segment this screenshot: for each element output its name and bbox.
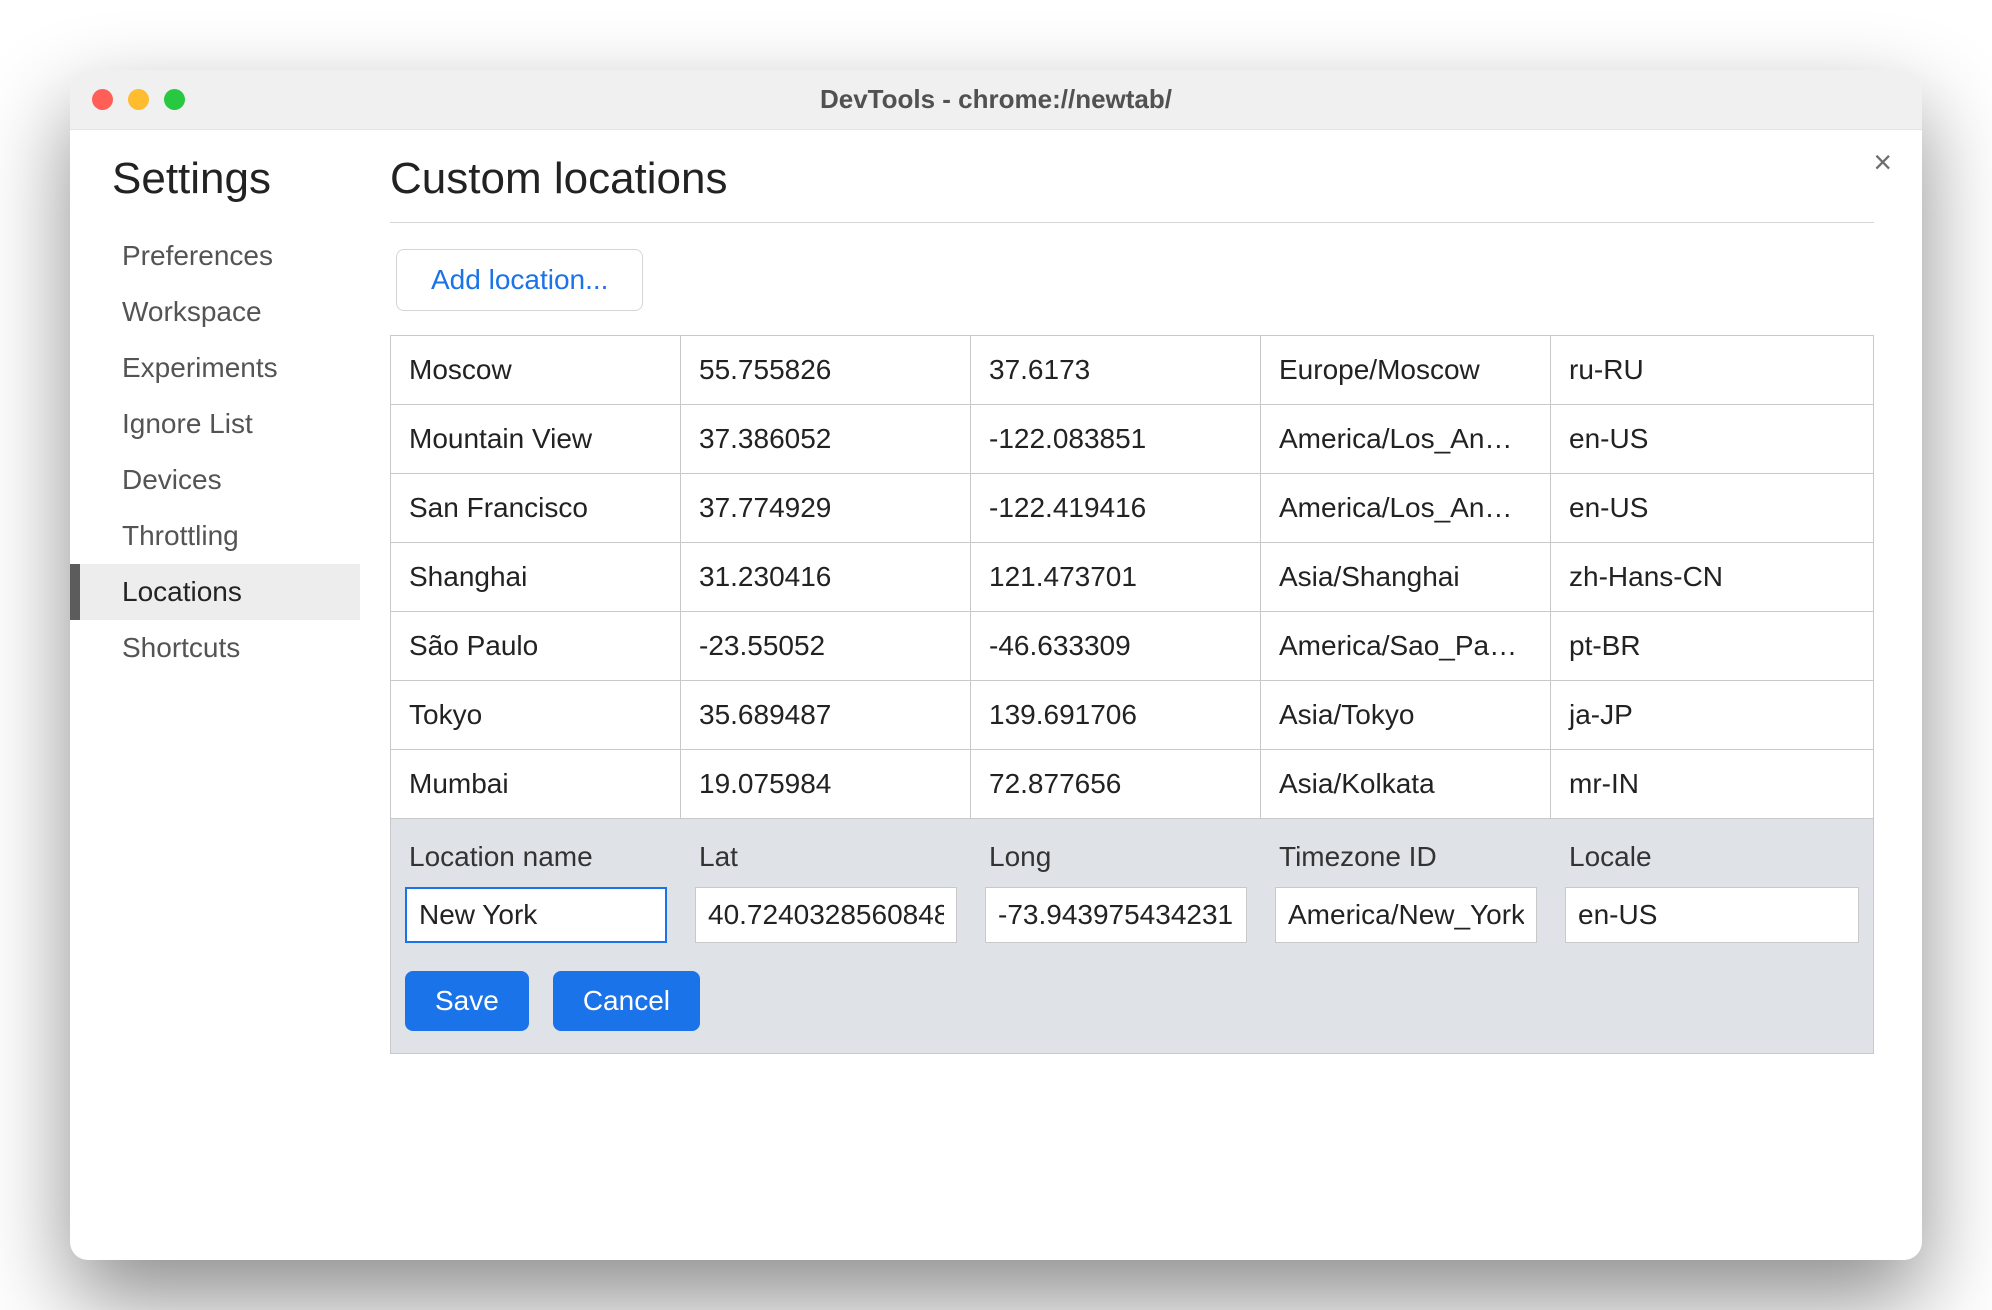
cell-timezone: Europe/Moscow bbox=[1261, 336, 1551, 404]
editor-label-tz: Timezone ID bbox=[1261, 819, 1551, 881]
sidebar-item-locations[interactable]: Locations bbox=[70, 564, 360, 620]
cell-name: Mumbai bbox=[391, 750, 681, 818]
cell-name: Tokyo bbox=[391, 681, 681, 749]
window-title: DevTools - chrome://newtab/ bbox=[70, 84, 1922, 115]
table-row[interactable]: São Paulo-23.55052-46.633309America/Sao_… bbox=[391, 612, 1873, 681]
cell-locale: zh-Hans-CN bbox=[1551, 543, 1873, 611]
sidebar-item-devices[interactable]: Devices bbox=[70, 452, 360, 508]
cell-lat: 35.689487 bbox=[681, 681, 971, 749]
cell-lat: 37.386052 bbox=[681, 405, 971, 473]
cell-timezone: Asia/Kolkata bbox=[1261, 750, 1551, 818]
sidebar-item-experiments[interactable]: Experiments bbox=[70, 340, 360, 396]
cell-locale: pt-BR bbox=[1551, 612, 1873, 680]
editor-label-lat: Lat bbox=[681, 819, 971, 881]
cell-timezone: America/Los_An… bbox=[1261, 405, 1551, 473]
sidebar-item-workspace[interactable]: Workspace bbox=[70, 284, 360, 340]
cell-timezone: America/Los_An… bbox=[1261, 474, 1551, 542]
locale-input[interactable] bbox=[1565, 887, 1859, 943]
cell-lat: -23.55052 bbox=[681, 612, 971, 680]
cell-timezone: Asia/Shanghai bbox=[1261, 543, 1551, 611]
locations-table: Moscow55.75582637.6173Europe/Moscowru-RU… bbox=[390, 335, 1874, 819]
zoom-window-button[interactable] bbox=[164, 89, 185, 110]
table-row[interactable]: Mountain View37.386052-122.083851America… bbox=[391, 405, 1873, 474]
sidebar-item-throttling[interactable]: Throttling bbox=[70, 508, 360, 564]
table-row[interactable]: Mumbai19.07598472.877656Asia/Kolkatamr-I… bbox=[391, 750, 1873, 819]
titlebar: DevTools - chrome://newtab/ bbox=[70, 70, 1922, 130]
sidebar-item-shortcuts[interactable]: Shortcuts bbox=[70, 620, 360, 676]
sidebar-item-ignore-list[interactable]: Ignore List bbox=[70, 396, 360, 452]
cell-locale: ja-JP bbox=[1551, 681, 1873, 749]
cell-locale: en-US bbox=[1551, 405, 1873, 473]
cell-lat: 31.230416 bbox=[681, 543, 971, 611]
cell-name: Moscow bbox=[391, 336, 681, 404]
table-row[interactable]: San Francisco37.774929-122.419416America… bbox=[391, 474, 1873, 543]
cell-locale: mr-IN bbox=[1551, 750, 1873, 818]
cell-locale: en-US bbox=[1551, 474, 1873, 542]
cell-long: 139.691706 bbox=[971, 681, 1261, 749]
cell-long: -46.633309 bbox=[971, 612, 1261, 680]
close-icon[interactable]: × bbox=[1873, 146, 1892, 178]
cell-long: -122.419416 bbox=[971, 474, 1261, 542]
cell-timezone: America/Sao_Pa… bbox=[1261, 612, 1551, 680]
save-button[interactable]: Save bbox=[405, 971, 529, 1031]
cell-long: 72.877656 bbox=[971, 750, 1261, 818]
cell-timezone: Asia/Tokyo bbox=[1261, 681, 1551, 749]
cell-lat: 37.774929 bbox=[681, 474, 971, 542]
sidebar-title: Settings bbox=[70, 154, 360, 228]
location-name-input[interactable] bbox=[405, 887, 667, 943]
cell-name: Mountain View bbox=[391, 405, 681, 473]
location-editor: Location name Lat Long Timezone ID Local… bbox=[390, 819, 1874, 1054]
editor-label-name: Location name bbox=[391, 819, 681, 881]
latitude-input[interactable] bbox=[695, 887, 957, 943]
page-title: Custom locations bbox=[390, 154, 1874, 223]
cancel-button[interactable]: Cancel bbox=[553, 971, 700, 1031]
table-row[interactable]: Moscow55.75582637.6173Europe/Moscowru-RU bbox=[391, 336, 1873, 405]
timezone-id-input[interactable] bbox=[1275, 887, 1537, 943]
window: DevTools - chrome://newtab/ × Settings P… bbox=[70, 70, 1922, 1260]
close-window-button[interactable] bbox=[92, 89, 113, 110]
cell-lat: 19.075984 bbox=[681, 750, 971, 818]
settings-body: × Settings PreferencesWorkspaceExperimen… bbox=[70, 130, 1922, 1260]
editor-label-long: Long bbox=[971, 819, 1261, 881]
editor-label-locale: Locale bbox=[1551, 819, 1873, 881]
cell-long: 121.473701 bbox=[971, 543, 1261, 611]
cell-name: San Francisco bbox=[391, 474, 681, 542]
settings-sidebar: Settings PreferencesWorkspaceExperiments… bbox=[70, 130, 360, 1260]
cell-name: São Paulo bbox=[391, 612, 681, 680]
cell-long: -122.083851 bbox=[971, 405, 1261, 473]
longitude-input[interactable] bbox=[985, 887, 1247, 943]
cell-long: 37.6173 bbox=[971, 336, 1261, 404]
window-controls bbox=[92, 89, 185, 110]
table-row[interactable]: Tokyo35.689487139.691706Asia/Tokyoja-JP bbox=[391, 681, 1873, 750]
cell-locale: ru-RU bbox=[1551, 336, 1873, 404]
add-location-button[interactable]: Add location... bbox=[396, 249, 643, 311]
cell-name: Shanghai bbox=[391, 543, 681, 611]
settings-main: Custom locations Add location... Moscow5… bbox=[360, 130, 1922, 1260]
sidebar-item-preferences[interactable]: Preferences bbox=[70, 228, 360, 284]
cell-lat: 55.755826 bbox=[681, 336, 971, 404]
table-row[interactable]: Shanghai31.230416121.473701Asia/Shanghai… bbox=[391, 543, 1873, 612]
minimize-window-button[interactable] bbox=[128, 89, 149, 110]
